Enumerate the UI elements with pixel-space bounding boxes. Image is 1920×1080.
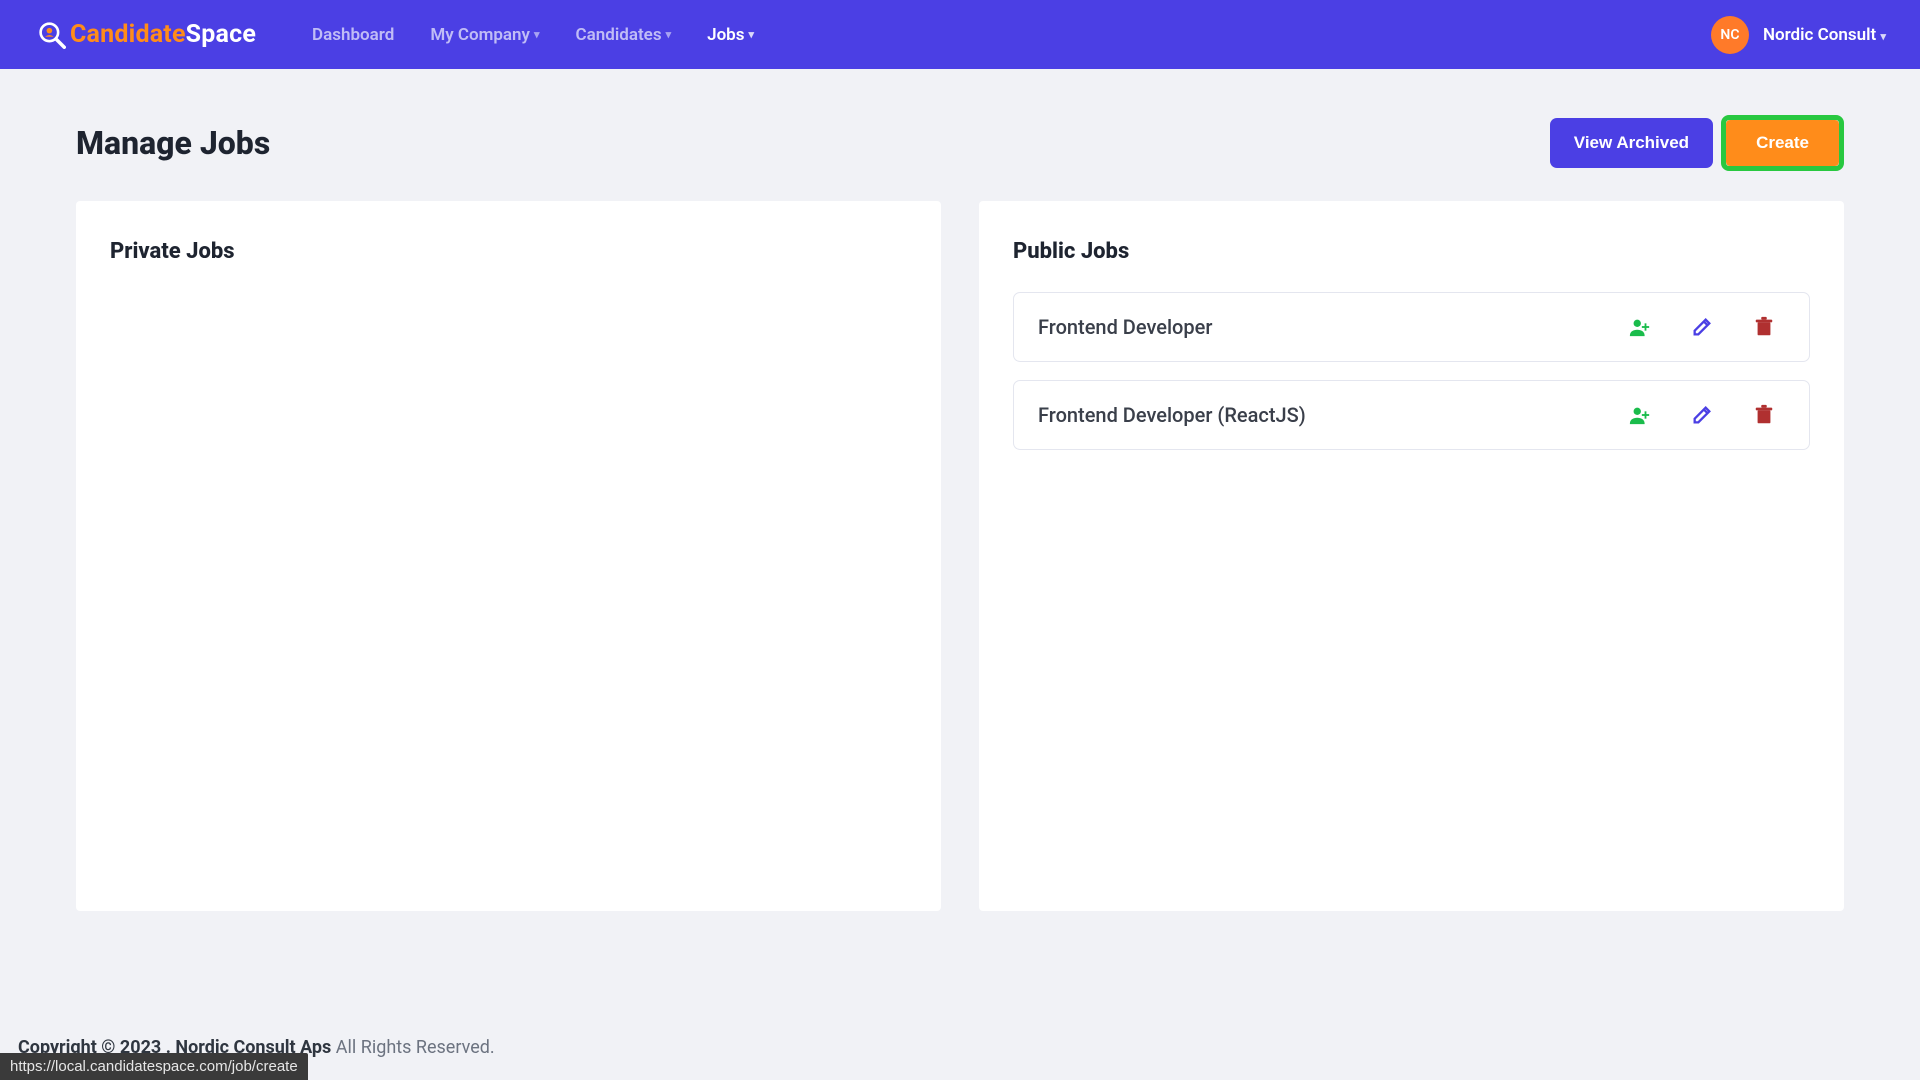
job-row: Frontend Developer <box>1013 292 1810 362</box>
job-title: Frontend Developer <box>1038 315 1629 339</box>
public-jobs-title: Public Jobs <box>1013 239 1810 264</box>
header-actions: View Archived Create <box>1550 115 1844 171</box>
nav-links: Dashboard My Company ▾ Candidates ▾ Jobs ▾ <box>312 25 754 45</box>
nav-item-label: Candidates <box>576 25 662 45</box>
create-button-highlight: Create <box>1721 115 1844 171</box>
brand-logo[interactable]: CandidateSpace <box>38 20 256 49</box>
page-header: Manage Jobs View Archived Create <box>0 69 1920 201</box>
browser-status-url: https://local.candidatespace.com/job/cre… <box>0 1053 308 1080</box>
job-actions <box>1629 404 1785 426</box>
nav-right: NC Nordic Consult ▾ <box>1711 16 1886 54</box>
avatar[interactable]: NC <box>1711 16 1749 54</box>
nav-item-label: Dashboard <box>312 25 394 45</box>
chevron-down-icon: ▾ <box>1880 30 1886 43</box>
delete-icon[interactable] <box>1753 404 1775 426</box>
nav-item-dashboard[interactable]: Dashboard <box>312 25 394 45</box>
nav-item-label: Jobs <box>707 25 744 45</box>
job-actions <box>1629 316 1785 338</box>
chevron-down-icon: ▾ <box>534 28 540 41</box>
private-jobs-title: Private Jobs <box>110 239 907 264</box>
company-dropdown[interactable]: Nordic Consult ▾ <box>1763 25 1886 45</box>
magnifier-person-icon <box>38 21 66 49</box>
chevron-down-icon: ▾ <box>666 28 672 41</box>
add-candidate-icon[interactable] <box>1629 404 1651 426</box>
view-archived-button[interactable]: View Archived <box>1550 118 1713 168</box>
nav-item-my-company[interactable]: My Company ▾ <box>430 25 539 45</box>
brand-name: CandidateSpace <box>70 20 256 49</box>
nav-item-jobs[interactable]: Jobs ▾ <box>707 25 754 45</box>
navbar: CandidateSpace DashboardMy Company▾Candi… <box>0 0 1920 69</box>
job-title: Frontend Developer (ReactJS) <box>1038 403 1629 427</box>
job-row: Frontend Developer (ReactJS) <box>1013 380 1810 450</box>
nav-item-candidates[interactable]: Candidates ▾ <box>576 25 672 45</box>
chevron-down-icon: ▾ <box>749 28 755 41</box>
public-jobs-panel: Public Jobs Frontend Developer Frontend D… <box>979 201 1844 911</box>
add-candidate-icon[interactable] <box>1629 316 1651 338</box>
nav-item-label: My Company <box>430 25 530 45</box>
private-jobs-panel: Private Jobs <box>76 201 941 911</box>
delete-icon[interactable] <box>1753 316 1775 338</box>
create-button[interactable]: Create <box>1726 120 1839 166</box>
edit-icon[interactable] <box>1691 316 1713 338</box>
edit-icon[interactable] <box>1691 404 1713 426</box>
panels: Private Jobs Public Jobs Frontend Develo… <box>0 201 1920 911</box>
page-title: Manage Jobs <box>76 124 270 162</box>
